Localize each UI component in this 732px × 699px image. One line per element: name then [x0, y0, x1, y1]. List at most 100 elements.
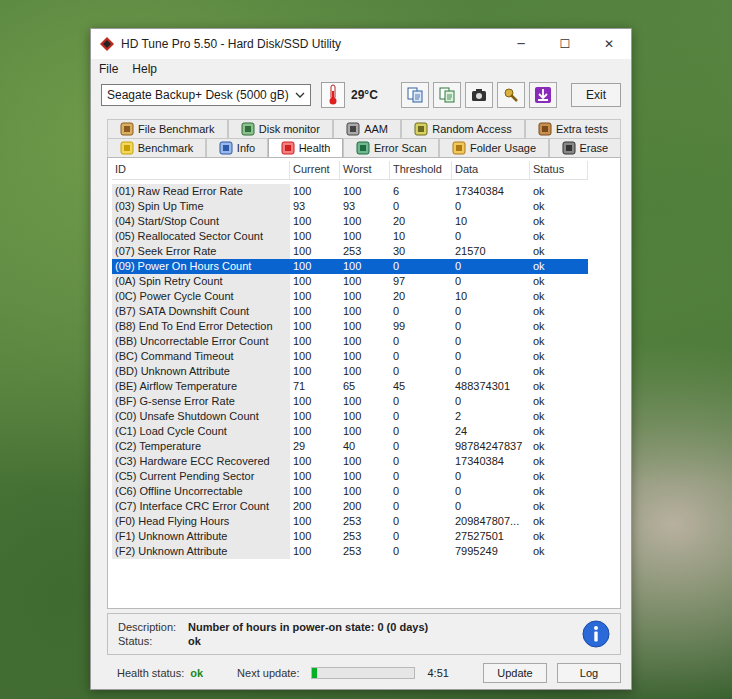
table-row[interactable]: (C3) Hardware ECC Recovered1001000173403… — [112, 454, 588, 469]
table-cell: ok — [530, 424, 588, 439]
table-row[interactable]: (09) Power On Hours Count10010000ok — [112, 259, 588, 274]
table-cell: 100 — [340, 364, 390, 379]
table-row[interactable]: (C0) Unsafe Shutdown Count10010002ok — [112, 409, 588, 424]
table-cell: 20 — [390, 289, 452, 304]
column-header[interactable]: Data — [452, 161, 530, 179]
tab[interactable]: Info — [206, 138, 268, 157]
table-row[interactable]: (C1) Load Cycle Count100100024ok — [112, 424, 588, 439]
copy-icon — [406, 86, 424, 104]
tab[interactable]: Benchmark — [107, 138, 206, 157]
exit-button[interactable]: Exit — [571, 83, 621, 107]
table-cell: 27527501 — [452, 529, 530, 544]
tab-icon — [219, 141, 233, 155]
tab-icon — [120, 141, 134, 155]
table-cell: ok — [530, 394, 588, 409]
tab-strip: File BenchmarkDisk monitorAAMRandom Acce… — [107, 119, 621, 157]
column-header[interactable]: ID — [112, 161, 290, 179]
toolbar: Seagate Backup+ Desk (5000 gB) 29°C Exit — [91, 78, 631, 108]
table-cell: ok — [530, 334, 588, 349]
table-cell: 6 — [390, 184, 452, 199]
table-cell: 0 — [390, 424, 452, 439]
table-cell: 100 — [290, 274, 340, 289]
table-row[interactable]: (07) Seek Error Rate1002533021570ok — [112, 244, 588, 259]
tab[interactable]: Health — [268, 138, 343, 157]
footer-button[interactable]: Update — [483, 663, 547, 683]
table-cell: 0 — [390, 259, 452, 274]
drive-dropdown[interactable]: Seagate Backup+ Desk (5000 gB) — [101, 84, 311, 106]
tab[interactable]: Folder Usage — [439, 138, 549, 157]
table-row[interactable]: (F1) Unknown Attribute100253027527501ok — [112, 529, 588, 544]
screenshot-button[interactable] — [465, 82, 493, 108]
column-header[interactable]: Status — [530, 161, 588, 179]
tab[interactable]: Disk monitor — [228, 119, 333, 138]
table-cell: ok — [530, 409, 588, 424]
table-row[interactable]: (BD) Unknown Attribute10010000ok — [112, 364, 588, 379]
tab[interactable]: Erase — [549, 138, 621, 157]
table-row[interactable]: (0A) Spin Retry Count100100970ok — [112, 274, 588, 289]
info-icon[interactable] — [582, 620, 610, 648]
column-header[interactable]: Threshold — [390, 161, 452, 179]
copy-all-icon — [438, 86, 456, 104]
menu-item[interactable]: Help — [132, 62, 157, 76]
wrench-icon — [502, 86, 520, 104]
table-cell: 21570 — [452, 244, 530, 259]
save-button[interactable] — [529, 82, 557, 108]
table-row[interactable]: (0C) Power Cycle Count1001002010ok — [112, 289, 588, 304]
table-cell: (B7) SATA Downshift Count — [112, 304, 290, 319]
table-row[interactable]: (BE) Airflow Temperature716545488374301o… — [112, 379, 588, 394]
table-row[interactable]: (F0) Head Flying Hours1002530209847807..… — [112, 514, 588, 529]
window-control-button[interactable]: ✕ — [587, 29, 631, 59]
table-row[interactable]: (05) Reallocated Sector Count100100100ok — [112, 229, 588, 244]
table-cell: ok — [530, 469, 588, 484]
tab[interactable]: Extra tests — [525, 119, 621, 138]
table-row[interactable]: (C6) Offline Uncorrectable10010000ok — [112, 484, 588, 499]
copy-all-button[interactable] — [433, 82, 461, 108]
table-row[interactable]: (BC) Command Timeout10010000ok — [112, 349, 588, 364]
table-cell: 100 — [340, 229, 390, 244]
update-progress-bar — [311, 667, 415, 679]
column-header[interactable]: Worst — [340, 161, 390, 179]
table-row[interactable]: (F2) Unknown Attribute10025307995249ok — [112, 544, 588, 559]
table-cell: ok — [530, 199, 588, 214]
table-cell: 100 — [290, 529, 340, 544]
table-cell: (C1) Load Cycle Count — [112, 424, 290, 439]
table-row[interactable]: (BB) Uncorrectable Error Count10010000ok — [112, 334, 588, 349]
table-row[interactable]: (C7) Interface CRC Error Count20020000ok — [112, 499, 588, 514]
column-header[interactable]: Current — [290, 161, 340, 179]
table-cell: 200 — [290, 499, 340, 514]
table-row[interactable]: (04) Start/Stop Count1001002010ok — [112, 214, 588, 229]
window-control-button[interactable]: ☐ — [543, 29, 587, 59]
table-cell: 0 — [452, 484, 530, 499]
tab[interactable]: AAM — [333, 119, 401, 138]
window-control-button[interactable]: ─ — [499, 29, 543, 59]
table-row[interactable]: (B8) End To End Error Detection100100990… — [112, 319, 588, 334]
table-cell: 10 — [452, 289, 530, 304]
copy-text-button[interactable] — [401, 82, 429, 108]
table-cell: 100 — [290, 184, 340, 199]
temperature-reading: 29°C — [351, 88, 378, 102]
table-cell: 0 — [452, 199, 530, 214]
table-cell: (05) Reallocated Sector Count — [112, 229, 290, 244]
table-row[interactable]: (C5) Current Pending Sector10010000ok — [112, 469, 588, 484]
tab[interactable]: Error Scan — [343, 138, 439, 157]
options-button[interactable] — [497, 82, 525, 108]
table-cell: 100 — [340, 349, 390, 364]
tab[interactable]: Random Access — [401, 119, 525, 138]
menu-item[interactable]: File — [99, 62, 118, 76]
table-row[interactable]: (B7) SATA Downshift Count10010000ok — [112, 304, 588, 319]
table-row[interactable]: (BF) G-sense Error Rate10010000ok — [112, 394, 588, 409]
table-row[interactable]: (01) Raw Read Error Rate100100617340384o… — [112, 184, 588, 199]
table-row[interactable]: (03) Spin Up Time939300ok — [112, 199, 588, 214]
table-cell: 29 — [290, 439, 340, 454]
table-cell: 0 — [390, 394, 452, 409]
table-cell: 100 — [340, 409, 390, 424]
table-cell: 24 — [452, 424, 530, 439]
table-row[interactable]: (C2) Temperature2940098784247837ok — [112, 439, 588, 454]
footer-button[interactable]: Log — [557, 663, 621, 683]
table-cell: ok — [530, 529, 588, 544]
table-cell: ok — [530, 289, 588, 304]
table-cell: 0 — [390, 409, 452, 424]
table-cell: (0A) Spin Retry Count — [112, 274, 290, 289]
tab-icon — [346, 122, 360, 136]
tab[interactable]: File Benchmark — [107, 119, 228, 138]
